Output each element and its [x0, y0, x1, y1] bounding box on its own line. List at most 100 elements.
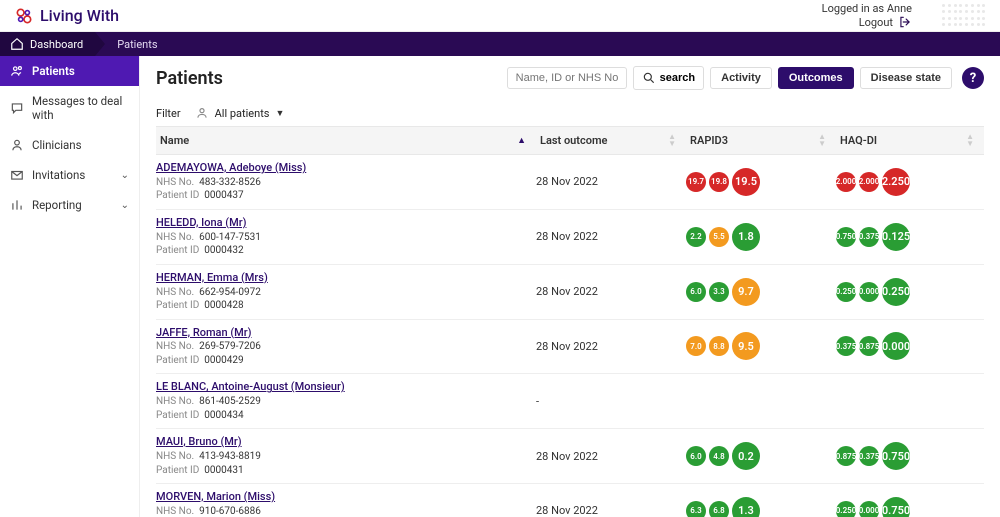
- patient-link[interactable]: LE BLANC, Antoine-August (Monsieur): [156, 380, 536, 395]
- table-row: HERMAN, Emma (Mrs)NHS No. 662-954-0972Pa…: [156, 265, 984, 320]
- score-bubble: 0.750: [882, 497, 910, 517]
- table-row: ADEMAYOWA, Adeboye (Miss)NHS No. 483-332…: [156, 155, 984, 210]
- pill-activity[interactable]: Activity: [710, 67, 772, 89]
- patient-link[interactable]: MAUI, Bruno (Mr): [156, 435, 536, 450]
- rapid3-values: 19.719.819.5: [686, 168, 836, 196]
- filter-dropdown[interactable]: All patients ▼: [195, 106, 285, 120]
- breadcrumb-dashboard-label: Dashboard: [30, 38, 83, 51]
- sidebar-item-label: Invitations: [32, 168, 85, 182]
- sidebar-item-clinicians[interactable]: Clinicians: [0, 130, 139, 160]
- patient-link[interactable]: HERMAN, Emma (Mrs): [156, 271, 536, 286]
- patients-icon: [10, 64, 24, 78]
- table-row: HELEDD, Iona (Mr)NHS No. 600-147-7531Pat…: [156, 210, 984, 265]
- logout-link[interactable]: Logout: [822, 15, 912, 29]
- score-bubble: 0.250: [836, 282, 856, 302]
- score-bubble: 6.0: [686, 446, 706, 466]
- last-outcome: 28 Nov 2022: [536, 504, 686, 517]
- score-bubble: 1.8: [732, 223, 760, 251]
- logout-icon: [898, 15, 912, 29]
- sidebar-item-patients[interactable]: Patients: [0, 56, 139, 86]
- breadcrumb-dashboard[interactable]: Dashboard: [0, 32, 95, 56]
- messages-icon: [10, 101, 24, 115]
- score-bubble: 0.250: [836, 501, 856, 517]
- nhs-number: NHS No. 483-332-8526: [156, 176, 536, 190]
- score-bubble: 6.0: [686, 282, 706, 302]
- col-name[interactable]: Name▲: [156, 127, 536, 154]
- haqdi-values: 0.7500.3750.125: [836, 223, 984, 251]
- col-rapid3[interactable]: RAPID3▲▼: [686, 127, 836, 154]
- help-button[interactable]: ?: [962, 67, 984, 89]
- reporting-icon: [10, 198, 24, 212]
- score-bubble: 0.375: [836, 336, 856, 356]
- patient-link[interactable]: HELEDD, Iona (Mr): [156, 216, 536, 231]
- table-body: ADEMAYOWA, Adeboye (Miss)NHS No. 483-332…: [156, 155, 984, 517]
- score-bubble: 19.8: [709, 172, 729, 192]
- last-outcome: 28 Nov 2022: [536, 340, 686, 353]
- caret-down-icon: ▼: [275, 108, 284, 119]
- score-bubble: 1.3: [732, 497, 760, 517]
- score-bubble: 0.875: [859, 336, 879, 356]
- score-bubble: 0.125: [882, 223, 910, 251]
- rapid3-values: 6.03.39.7: [686, 278, 836, 306]
- search-input[interactable]: [507, 67, 627, 89]
- table-header: Name▲ Last outcome▲▼ RAPID3▲▼ HAQ-DI▲▼: [156, 126, 984, 155]
- logged-in-label: Logged in as Anne: [822, 2, 912, 16]
- patient-link[interactable]: ADEMAYOWA, Adeboye (Miss): [156, 161, 536, 176]
- nhs-number: NHS No. 861-405-2529: [156, 395, 536, 409]
- nhs-number: NHS No. 910-670-6886: [156, 505, 536, 517]
- patient-id: Patient ID 0000429: [156, 354, 536, 368]
- table-row: LE BLANC, Antoine-August (Monsieur)NHS N…: [156, 374, 984, 429]
- chevron-down-icon: ⌄: [121, 200, 129, 211]
- brand-icon: [14, 6, 34, 26]
- score-bubble: 0.250: [882, 278, 910, 306]
- score-bubble: 6.8: [709, 501, 729, 517]
- table-row: MAUI, Bruno (Mr)NHS No. 413-943-8819Pati…: [156, 429, 984, 484]
- sidebar-item-label: Clinicians: [32, 138, 82, 152]
- score-bubble: 9.5: [732, 332, 760, 360]
- pill-disease-state[interactable]: Disease state: [860, 67, 952, 89]
- sidebar-item-invitations[interactable]: Invitations ⌄: [0, 160, 139, 190]
- breadcrumb: Dashboard Patients: [0, 32, 1000, 56]
- score-bubble: 2.250: [882, 168, 910, 196]
- sidebar-item-messages[interactable]: Messages to deal with: [0, 86, 139, 130]
- sort-icon: ▲▼: [818, 134, 826, 147]
- sort-icon: ▲▼: [668, 134, 676, 147]
- score-bubble: 0.375: [859, 227, 879, 247]
- rapid3-values: 6.04.80.2: [686, 442, 836, 470]
- score-bubble: 8.8: [709, 336, 729, 356]
- patient-link[interactable]: JAFFE, Roman (Mr): [156, 326, 536, 341]
- search-icon: [642, 71, 656, 85]
- search-button[interactable]: search: [633, 66, 704, 90]
- nhs-number: NHS No. 662-954-0972: [156, 286, 536, 300]
- page-title: Patients: [156, 68, 223, 89]
- score-bubble: 0.000: [882, 332, 910, 360]
- nhs-number: NHS No. 269-579-7206: [156, 340, 536, 354]
- filter-value: All patients: [215, 107, 270, 120]
- pill-outcomes[interactable]: Outcomes: [778, 67, 854, 89]
- clinicians-icon: [10, 138, 24, 152]
- breadcrumb-current: Patients: [95, 32, 169, 56]
- chevron-down-icon: ⌄: [121, 170, 129, 181]
- sidebar-item-reporting[interactable]: Reporting ⌄: [0, 190, 139, 220]
- person-icon: [195, 106, 209, 120]
- sidebar: Patients Messages to deal with Clinician…: [0, 56, 140, 517]
- score-bubble: 2.000: [836, 172, 856, 192]
- score-bubble: 0.750: [836, 227, 856, 247]
- sort-icon: ▲▼: [966, 134, 974, 147]
- score-bubble: 0.375: [859, 446, 879, 466]
- last-outcome: 28 Nov 2022: [536, 175, 686, 188]
- home-icon: [10, 37, 24, 51]
- score-bubble: 5.5: [709, 227, 729, 247]
- brand-logo[interactable]: Living With: [14, 6, 119, 26]
- app-grid-icon[interactable]: [942, 4, 986, 28]
- patient-link[interactable]: MORVEN, Marion (Miss): [156, 490, 536, 505]
- haqdi-values: 0.2500.0000.250: [836, 278, 984, 306]
- score-bubble: 7.0: [686, 336, 706, 356]
- score-bubble: 0.000: [859, 501, 879, 517]
- col-last-outcome[interactable]: Last outcome▲▼: [536, 127, 686, 154]
- score-bubble: 9.7: [732, 278, 760, 306]
- patient-id: Patient ID 0000432: [156, 244, 536, 258]
- logout-label: Logout: [859, 16, 893, 30]
- haqdi-values: 2.0002.0002.250: [836, 168, 984, 196]
- col-haq-di[interactable]: HAQ-DI▲▼: [836, 127, 984, 154]
